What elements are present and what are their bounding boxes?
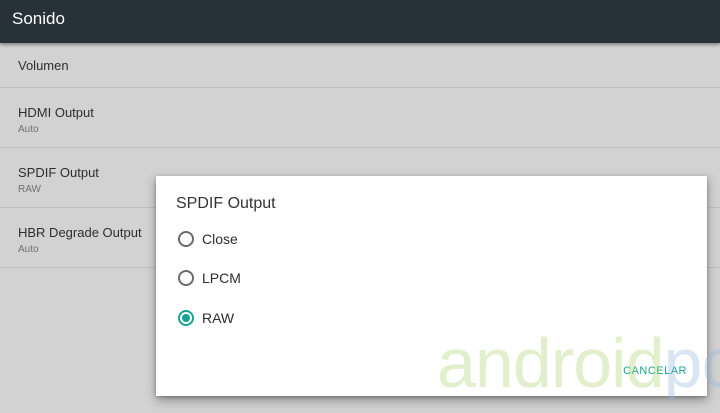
radio-unchecked-icon[interactable]: [178, 231, 194, 247]
option-label: RAW: [202, 310, 235, 326]
app-toolbar: Sonido: [0, 0, 720, 43]
option-lpcm[interactable]: LPCM: [178, 268, 478, 292]
option-raw[interactable]: RAW: [178, 308, 478, 332]
page-title: Sonido: [12, 9, 65, 28]
spdif-output-dialog: SPDIF Output Close LPCM RAW CANCELAR: [156, 176, 707, 396]
cancel-button[interactable]: CANCELAR: [623, 364, 687, 378]
option-close[interactable]: Close: [178, 229, 478, 253]
radio-unchecked-icon[interactable]: [178, 270, 194, 286]
radio-checked-icon[interactable]: [178, 310, 194, 326]
option-label: Close: [202, 231, 238, 247]
option-label: LPCM: [202, 270, 241, 286]
dialog-title: SPDIF Output: [176, 195, 276, 212]
